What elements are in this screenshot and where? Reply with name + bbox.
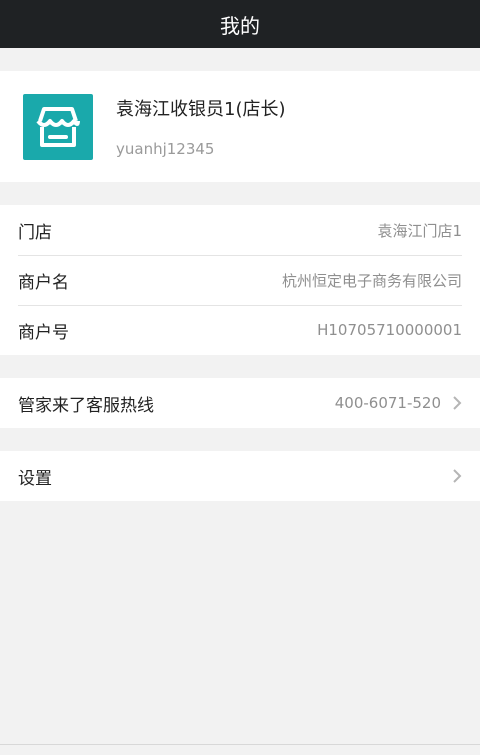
top-bar: 我的 (0, 0, 480, 48)
settings-label: 设置 (18, 468, 52, 489)
store-value: 袁海江门店1 (377, 221, 462, 240)
tab-bar-border (0, 744, 480, 745)
store-label: 门店 (18, 222, 52, 243)
merchant-name-value: 杭州恒定电子商务有限公司 (281, 271, 462, 290)
chevron-right-icon (453, 396, 462, 410)
merchant-name-label: 商户名 (18, 272, 69, 293)
settings-item[interactable]: 设置 (0, 451, 480, 501)
merchant-name-row: 商户名 杭州恒定电子商务有限公司 (0, 255, 480, 305)
avatar (23, 94, 93, 160)
hotline-label: 管家来了客服热线 (18, 395, 154, 416)
hotline-row[interactable]: 管家来了客服热线 400-6071-520 (0, 378, 480, 428)
merchant-id-value: H10705710000001 (317, 321, 462, 339)
user-id: yuanhj12345 (116, 140, 215, 158)
hotline-item[interactable]: 管家来了客服热线 400-6071-520 (0, 378, 480, 428)
store-row: 门店 袁海江门店1 (0, 205, 480, 255)
merchant-id-label: 商户号 (18, 322, 69, 343)
merchant-info-card: 门店 袁海江门店1 商户名 杭州恒定电子商务有限公司 商户号 H10705710… (0, 205, 480, 355)
profile-card[interactable]: 袁海江收银员1(店长) yuanhj12345 (0, 71, 480, 182)
page-title: 我的 (220, 13, 260, 38)
user-name: 袁海江收银员1(店长) (116, 99, 286, 120)
settings-row[interactable]: 设置 (0, 451, 480, 501)
hotline-number: 400-6071-520 (334, 394, 441, 412)
chevron-right-icon (453, 469, 462, 483)
merchant-id-row: 商户号 H10705710000001 (0, 305, 480, 355)
store-icon (36, 107, 80, 147)
